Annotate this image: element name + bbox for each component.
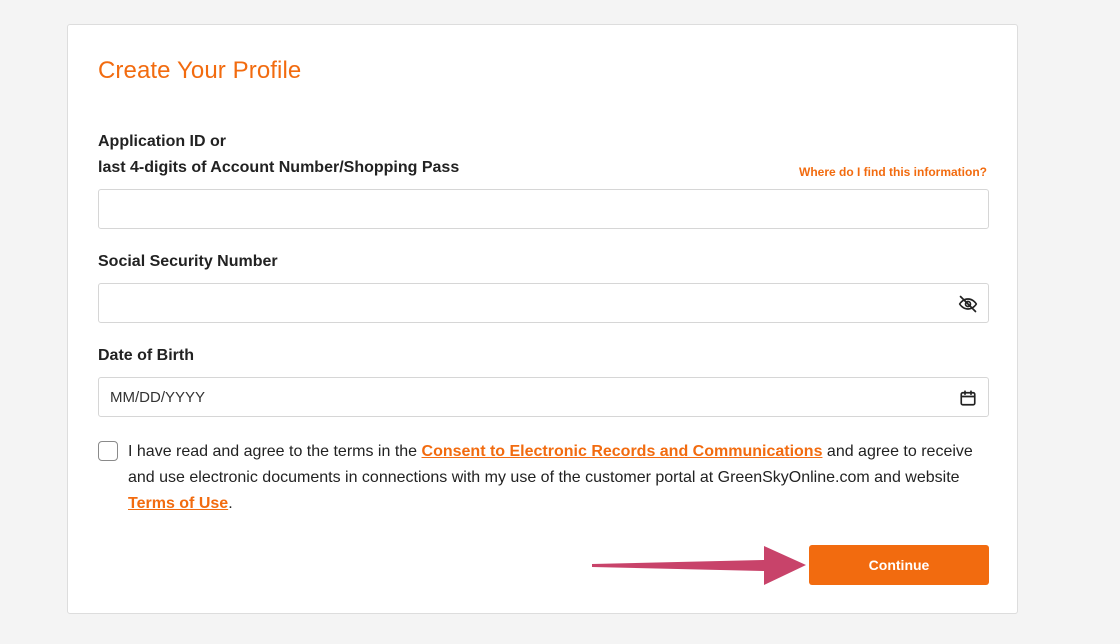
app-id-input[interactable]: [99, 190, 988, 228]
continue-button[interactable]: Continue: [809, 545, 989, 585]
ssn-field: [98, 283, 989, 323]
consent-checkbox[interactable]: [98, 441, 118, 461]
consent-text-before: I have read and agree to the terms in th…: [128, 443, 422, 460]
ssn-input[interactable]: [99, 284, 988, 322]
dob-label: Date of Birth: [98, 347, 194, 364]
profile-card: Create Your Profile Application ID or la…: [67, 24, 1018, 614]
eye-slash-icon[interactable]: [957, 293, 979, 315]
terms-of-use-link[interactable]: Terms of Use: [128, 495, 228, 512]
calendar-icon[interactable]: [957, 387, 979, 409]
consent-text-after: .: [228, 495, 233, 512]
app-id-label: Application ID or last 4-digits of Accou…: [98, 129, 459, 181]
consent-text: I have read and agree to the terms in th…: [128, 439, 978, 517]
page-title: Create Your Profile: [98, 57, 302, 84]
app-id-label-line2: last 4-digits of Account Number/Shopping…: [98, 159, 460, 176]
annotation-arrow: [592, 546, 806, 585]
consent-electronic-records-link[interactable]: Consent to Electronic Records and Commun…: [422, 443, 823, 460]
find-info-help-link[interactable]: Where do I find this information?: [799, 165, 987, 179]
dob-field: [98, 377, 989, 417]
app-id-label-line1: Application ID or: [98, 133, 226, 150]
dob-input[interactable]: [99, 378, 988, 416]
ssn-label: Social Security Number: [98, 253, 278, 270]
app-id-field: [98, 189, 989, 229]
